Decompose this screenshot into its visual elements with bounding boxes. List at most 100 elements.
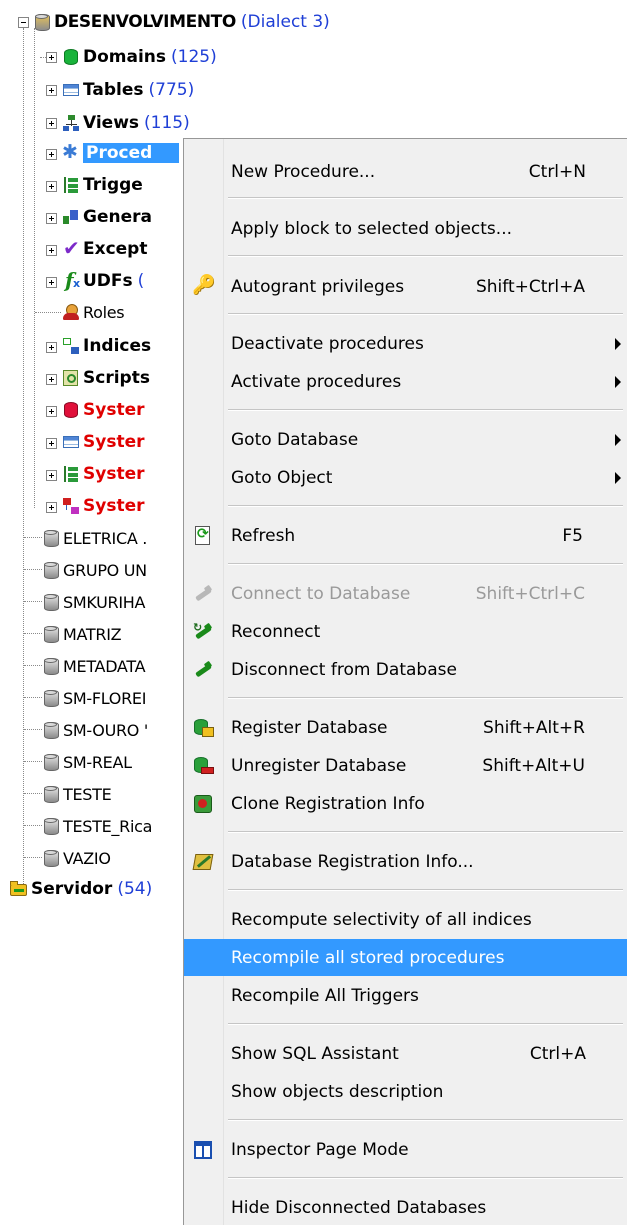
expand-system-indices[interactable] bbox=[46, 502, 57, 513]
expand-system-tables[interactable] bbox=[46, 438, 57, 449]
database-icon bbox=[42, 561, 60, 579]
refresh-icon bbox=[192, 525, 214, 547]
database-icon bbox=[42, 689, 60, 707]
tree-node-database[interactable]: METADATA bbox=[42, 654, 146, 678]
tree-node-tables[interactable]: Tables (775) bbox=[62, 78, 194, 102]
menu-recompile-procedures[interactable]: Recompile all stored procedures bbox=[184, 939, 627, 976]
tree-node-server[interactable]: Servidor (54) bbox=[10, 877, 152, 901]
expand-exceptions[interactable] bbox=[46, 245, 57, 256]
tree-node-views[interactable]: Views (115) bbox=[62, 111, 190, 135]
tree-node-procedures[interactable]: Proced bbox=[62, 141, 179, 165]
expand-scripts[interactable] bbox=[46, 374, 57, 385]
expand-indices[interactable] bbox=[46, 342, 57, 353]
menu-hide-disconnected[interactable]: Hide Disconnected Databases bbox=[184, 1189, 627, 1226]
connect-plug-icon bbox=[192, 583, 214, 605]
system-table-icon bbox=[62, 433, 80, 451]
system-trigger-icon bbox=[62, 465, 80, 483]
tree-node-database[interactable]: TESTE_Rica bbox=[42, 814, 152, 838]
tree-node-database[interactable]: SM-REAL bbox=[42, 750, 132, 774]
menu-database-registration-info[interactable]: Database Registration Info... bbox=[184, 843, 627, 880]
expand-tables[interactable] bbox=[46, 85, 57, 96]
database-icon bbox=[42, 657, 60, 675]
database-icon bbox=[42, 817, 60, 835]
tree-node-root[interactable]: DESENVOLVIMENTO (Dialect 3) bbox=[33, 10, 330, 34]
trigger-icon bbox=[62, 176, 80, 194]
tree-node-system-domains[interactable]: Syster bbox=[62, 398, 144, 422]
expand-system-domains[interactable] bbox=[46, 406, 57, 417]
menu-inspector-page-mode[interactable]: Inspector Page Mode bbox=[184, 1131, 627, 1168]
tree-node-udfs[interactable]: UDFs ( bbox=[62, 268, 144, 293]
menu-unregister-database[interactable]: Unregister Database Shift+Alt+U bbox=[184, 747, 627, 784]
menu-goto-database[interactable]: Goto Database bbox=[184, 421, 627, 458]
tree-node-generators[interactable]: Genera bbox=[62, 205, 152, 229]
expand-system-triggers[interactable] bbox=[46, 470, 57, 481]
tree-node-triggers[interactable]: Trigge bbox=[62, 173, 143, 197]
menu-show-sql-assistant[interactable]: Show SQL Assistant Ctrl+A bbox=[184, 1035, 627, 1072]
system-index-icon bbox=[62, 497, 80, 515]
tree-node-system-tables[interactable]: Syster bbox=[62, 430, 144, 454]
table-icon bbox=[62, 81, 80, 99]
menu-new-procedure[interactable]: New Procedure... Ctrl+N bbox=[184, 153, 627, 190]
tree-node-domains[interactable]: Domains (125) bbox=[62, 45, 217, 69]
expand-procedures[interactable] bbox=[46, 149, 57, 160]
menu-goto-object[interactable]: Goto Object bbox=[184, 459, 627, 496]
procedure-icon bbox=[62, 141, 80, 163]
expand-triggers[interactable] bbox=[46, 181, 57, 192]
server-folder-icon bbox=[10, 880, 28, 898]
tree-node-database[interactable]: GRUPO UN bbox=[42, 558, 147, 582]
menu-apply-block[interactable]: Apply block to selected objects... bbox=[184, 210, 627, 247]
reconnect-icon: ↻ bbox=[192, 621, 214, 643]
menu-deactivate-procedures[interactable]: Deactivate procedures bbox=[184, 325, 627, 362]
key-icon: 🔑 bbox=[192, 274, 216, 296]
database-icon bbox=[42, 593, 60, 611]
tree-node-system-indices[interactable]: Syster bbox=[62, 494, 144, 518]
unregister-database-icon bbox=[192, 755, 214, 777]
register-database-icon bbox=[192, 717, 214, 739]
menu-recompile-triggers[interactable]: Recompile All Triggers bbox=[184, 977, 627, 1014]
inspector-icon bbox=[192, 1139, 214, 1161]
domain-icon bbox=[62, 48, 80, 66]
database-icon bbox=[42, 753, 60, 771]
index-icon bbox=[62, 337, 80, 355]
menu-recompute-selectivity[interactable]: Recompute selectivity of all indices bbox=[184, 901, 627, 938]
submenu-arrow-icon bbox=[615, 337, 621, 350]
clone-registration-icon bbox=[192, 793, 214, 815]
database-icon bbox=[33, 13, 51, 31]
database-icon bbox=[42, 625, 60, 643]
tree-node-indices[interactable]: Indices bbox=[62, 334, 151, 358]
expand-generators[interactable] bbox=[46, 213, 57, 224]
menu-clone-registration[interactable]: Clone Registration Info bbox=[184, 785, 627, 822]
expand-udfs[interactable] bbox=[46, 277, 57, 288]
tree-node-exceptions[interactable]: Except bbox=[62, 236, 147, 261]
tree-node-database[interactable]: SM-OURO ' bbox=[42, 718, 148, 742]
menu-activate-procedures[interactable]: Activate procedures bbox=[184, 363, 627, 400]
tree-node-database[interactable]: SMKURIHA bbox=[42, 590, 145, 614]
submenu-arrow-icon bbox=[615, 433, 621, 446]
tree-node-database[interactable]: VAZIO bbox=[42, 846, 111, 870]
menu-register-database[interactable]: Register Database Shift+Alt+R bbox=[184, 709, 627, 746]
udf-icon bbox=[62, 268, 80, 292]
root-dialect: (Dialect 3) bbox=[240, 12, 330, 32]
database-icon bbox=[42, 529, 60, 547]
menu-refresh[interactable]: Refresh F5 bbox=[184, 517, 627, 554]
script-icon bbox=[62, 369, 80, 387]
menu-show-objects-description[interactable]: Show objects description bbox=[184, 1073, 627, 1110]
expand-domains[interactable] bbox=[46, 52, 57, 63]
exception-icon bbox=[62, 236, 80, 260]
tree-node-scripts[interactable]: Scripts bbox=[62, 366, 150, 390]
database-icon bbox=[42, 721, 60, 739]
tree-node-database[interactable]: TESTE bbox=[42, 782, 112, 806]
tree-node-roles[interactable]: Roles bbox=[62, 300, 125, 324]
database-icon bbox=[42, 785, 60, 803]
tree-node-database[interactable]: MATRIZ bbox=[42, 622, 122, 646]
menu-autogrant[interactable]: 🔑 Autogrant privileges Shift+Ctrl+A bbox=[184, 268, 627, 305]
role-icon bbox=[62, 303, 80, 321]
menu-reconnect[interactable]: ↻ Reconnect bbox=[184, 613, 627, 650]
tree-node-database[interactable]: SM-FLOREI bbox=[42, 686, 146, 710]
tree-node-database[interactable]: ELETRICA . bbox=[42, 526, 147, 550]
menu-disconnect[interactable]: Disconnect from Database bbox=[184, 651, 627, 688]
database-icon bbox=[42, 849, 60, 867]
expand-views[interactable] bbox=[46, 118, 57, 129]
tree-node-system-triggers[interactable]: Syster bbox=[62, 462, 144, 486]
collapse-root-expander[interactable] bbox=[18, 17, 29, 28]
